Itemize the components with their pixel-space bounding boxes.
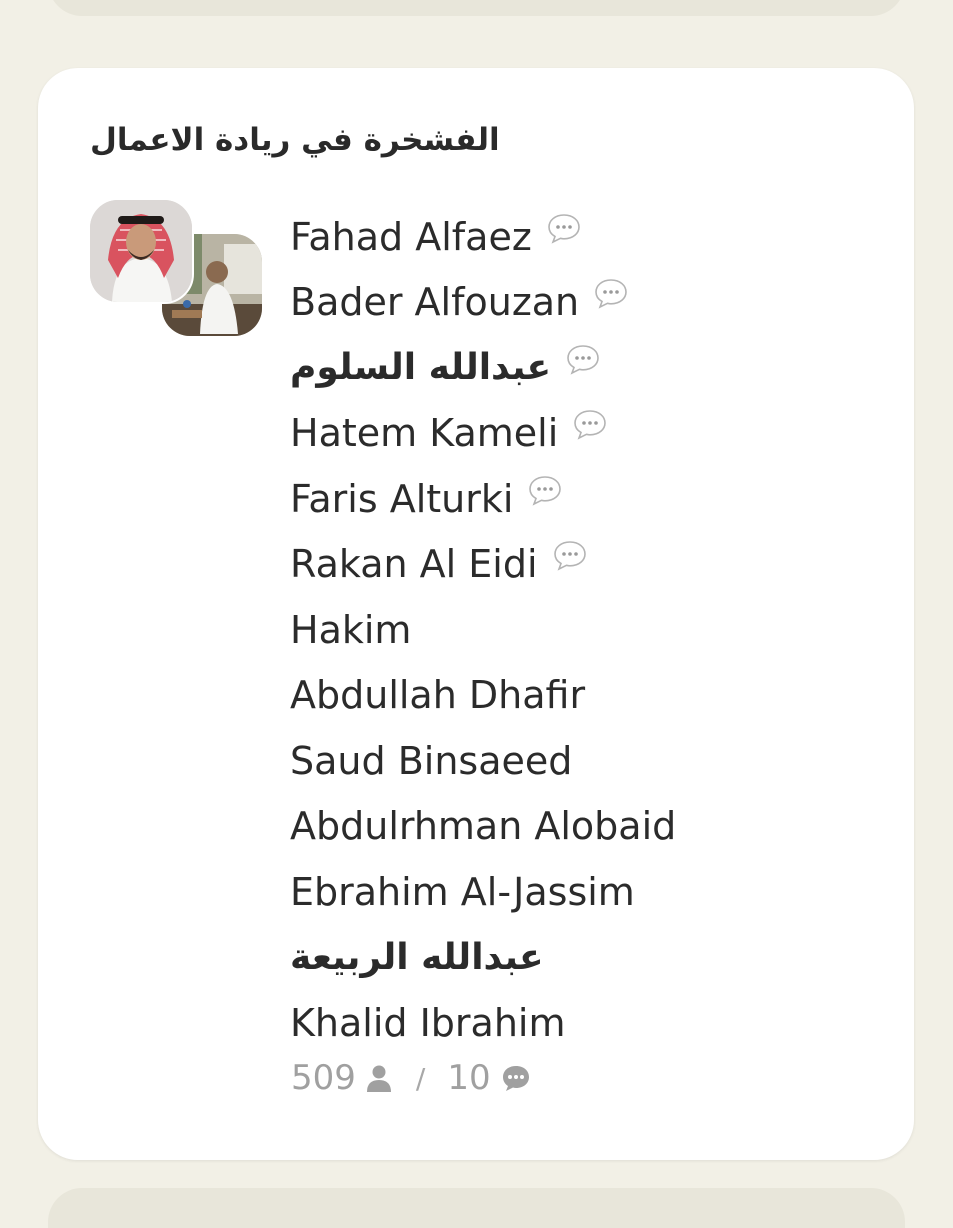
speaker-row[interactable]: Fahad Alfaez — [290, 204, 676, 270]
speaker-row[interactable]: Khalid Ibrahim — [290, 990, 676, 1056]
speaker-row[interactable]: عبدالله السلوم — [290, 335, 676, 401]
previous-room-card[interactable] — [48, 0, 905, 16]
speaker-row[interactable]: Faris Alturki — [290, 466, 676, 532]
chat-bubble-icon — [574, 410, 607, 440]
chat-bubble-icon — [529, 475, 562, 506]
chat-bubble-icon — [595, 279, 627, 309]
speaker-row[interactable]: Hatem Kameli — [290, 401, 676, 467]
speaker-name: Hatem Kameli — [290, 411, 559, 456]
chat-bubble-icon — [567, 344, 599, 375]
speaker-name: Abdulrhman Alobaid — [290, 804, 677, 849]
speaker-row[interactable]: عبدالله الربيعة — [290, 925, 676, 991]
listener-count: 509 — [291, 1058, 356, 1098]
next-room-card[interactable] — [48, 1188, 905, 1228]
speaker-count: 10 — [447, 1058, 491, 1098]
message-icon — [502, 1066, 529, 1091]
speaker-name: عبدالله الربيعة — [290, 936, 544, 978]
chat-bubble-icon — [553, 541, 586, 571]
speaker-name: Fahad Alfaez — [290, 214, 532, 259]
avatar-photo-1 — [90, 200, 192, 302]
speaker-row[interactable]: Saud Binsaeed — [290, 728, 676, 794]
speaker-name: Khalid Ibrahim — [290, 1000, 566, 1045]
speaker-list: Fahad Alfaez Bader Alfouzan عبدالله السلوم… — [290, 204, 676, 1056]
room-title: الفشخرة في ريادة الاعمال — [90, 122, 500, 158]
speaker-name: Hakim — [290, 607, 412, 652]
person-icon — [366, 1065, 391, 1092]
speaker-name: Ebrahim Al-Jassim — [290, 869, 635, 914]
speaker-row[interactable]: Ebrahim Al-Jassim — [290, 859, 676, 925]
speaker-name: Faris Alturki — [290, 476, 514, 521]
speaker-avatar-1[interactable] — [88, 198, 194, 304]
speaker-name: عبدالله السلوم — [290, 347, 552, 389]
room-stats: 509 / 10 — [291, 1058, 531, 1098]
speaker-name: Rakan Al Eidi — [290, 542, 538, 587]
speaker-row[interactable]: Hakim — [290, 597, 676, 663]
speaker-row[interactable]: Abdullah Dhafir — [290, 663, 676, 729]
speaker-row[interactable]: Abdulrhman Alobaid — [290, 794, 676, 860]
speaker-name: Bader Alfouzan — [290, 280, 580, 325]
speaker-row[interactable]: Bader Alfouzan — [290, 270, 676, 336]
chat-bubble-icon — [547, 213, 580, 244]
speaker-name: Saud Binsaeed — [290, 738, 573, 783]
stats-separator: / — [415, 1061, 426, 1095]
speaker-row[interactable]: Rakan Al Eidi — [290, 532, 676, 598]
speaker-name: Abdullah Dhafir — [290, 673, 586, 718]
